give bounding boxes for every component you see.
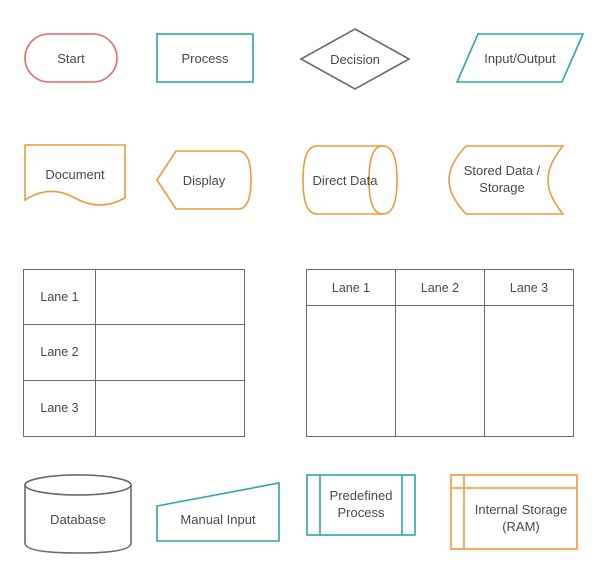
predefined-process-shape[interactable] xyxy=(306,474,416,536)
swimlane-h-header: Lane 3 xyxy=(24,381,96,436)
swimlane-vertical[interactable]: Lane 1 Lane 2 Lane 3 xyxy=(306,269,574,437)
terminator-shape[interactable] xyxy=(24,33,118,83)
swimlane-v-cell xyxy=(485,306,573,436)
database-shape[interactable] xyxy=(24,474,132,554)
swimlane-v-header: Lane 2 xyxy=(396,270,485,305)
swimlane-horizontal[interactable]: Lane 1 Lane 2 Lane 3 xyxy=(23,269,245,437)
swimlane-h-cell xyxy=(96,270,244,324)
manual-input-shape[interactable] xyxy=(156,482,280,542)
swimlane-v-cell xyxy=(307,306,396,436)
swimlane-h-cell xyxy=(96,381,244,436)
stored-data-shape[interactable] xyxy=(448,145,564,215)
internal-storage-shape[interactable] xyxy=(450,474,578,550)
swimlane-v-cell xyxy=(396,306,485,436)
swimlane-h-cell xyxy=(96,325,244,379)
swimlane-h-header: Lane 1 xyxy=(24,270,96,324)
swimlane-h-header: Lane 2 xyxy=(24,325,96,379)
document-shape[interactable] xyxy=(24,144,126,214)
direct-data-shape[interactable] xyxy=(302,145,398,215)
process-shape[interactable] xyxy=(156,33,254,83)
swimlane-v-header: Lane 1 xyxy=(307,270,396,305)
swimlane-v-header: Lane 3 xyxy=(485,270,573,305)
decision-shape[interactable] xyxy=(300,28,410,90)
io-shape[interactable] xyxy=(456,33,584,83)
display-shape[interactable] xyxy=(156,150,252,210)
